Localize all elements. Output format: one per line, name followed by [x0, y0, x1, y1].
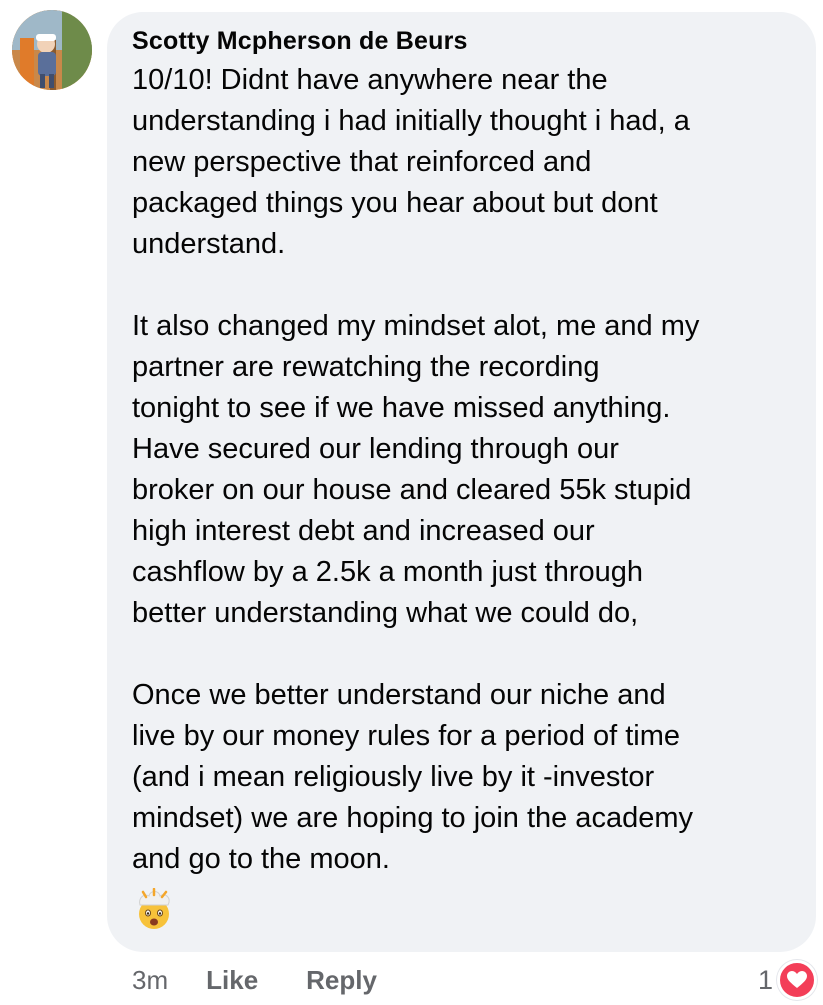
avatar-photo: [12, 10, 92, 90]
reply-button[interactable]: Reply: [306, 965, 377, 996]
comment-timestamp[interactable]: 3m: [132, 965, 168, 996]
like-button[interactable]: Like: [206, 965, 258, 996]
reaction-count: 1: [757, 964, 773, 995]
comment-paragraph: It also changed my mindset alot, me and …: [132, 310, 700, 629]
avatar[interactable]: [12, 10, 92, 90]
reaction-summary[interactable]: 1: [758, 960, 817, 1000]
comment-paragraph: 10/10! Didnt have anywhere near the unde…: [132, 64, 690, 260]
comment-author[interactable]: Scotty Mcpherson de Beurs: [132, 26, 792, 56]
comment-actions: 3m Like Reply: [132, 960, 425, 1000]
heart-icon: [777, 960, 817, 1000]
comment-bubble: Scotty Mcpherson de Beurs 10/10! Didnt h…: [107, 12, 816, 952]
exploding-head-emoji-icon: [132, 887, 176, 932]
comment-paragraph: Once we better understand our niche and …: [132, 679, 693, 875]
